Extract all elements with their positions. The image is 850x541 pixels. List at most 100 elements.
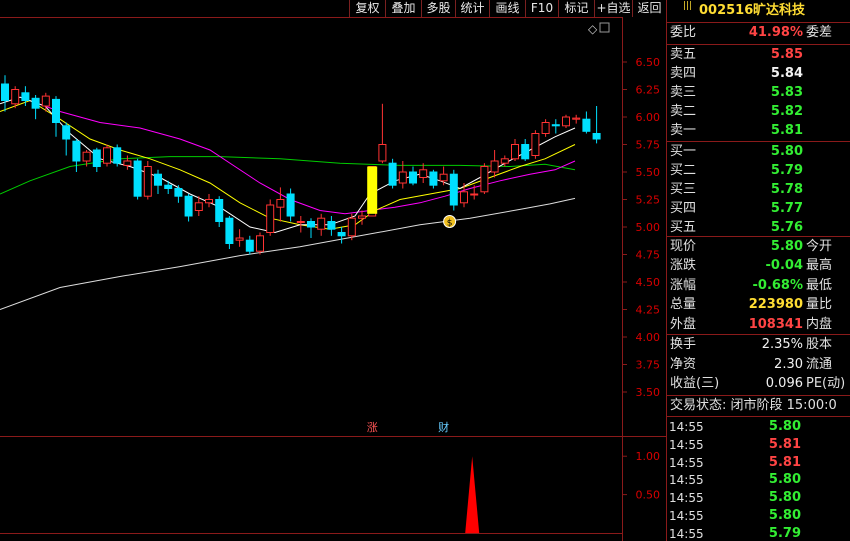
candles[interactable]: $: [1, 75, 601, 255]
candle-body: [439, 173, 448, 182]
sell-level-label: 卖二: [670, 104, 697, 119]
buy-level-row[interactable]: 买四 5.77: [667, 200, 850, 218]
candle-body: [327, 221, 336, 230]
price-tick-label: 3.50: [636, 386, 661, 399]
quote-stat-value: -0.04: [765, 258, 803, 274]
candle-body: [52, 98, 60, 124]
quote-stat-label2: 最低: [806, 277, 833, 293]
candle-body: [500, 158, 509, 164]
tick-price: 5.80: [768, 490, 801, 506]
quote-stat-value: 223980: [748, 297, 803, 313]
candle-body: [103, 147, 111, 164]
candle-body: [62, 125, 71, 140]
tick-row: 14:55 5.81: [667, 454, 850, 472]
candle-body: [429, 171, 438, 186]
candle-body: [582, 118, 591, 132]
sell-level-price: 5.84: [770, 66, 803, 81]
sell-level-price: 5.81: [770, 123, 803, 138]
fundamental-label: 换手: [670, 337, 697, 352]
stock-header: ||| 002516 旷达科技: [667, 2, 850, 20]
volume-spike: [465, 456, 480, 533]
stock-header-mark: |||: [683, 1, 693, 11]
quote-stat-label: 涨跌: [670, 258, 697, 274]
limit-up-bar: [367, 166, 378, 214]
statistics-button[interactable]: 统计: [455, 0, 489, 17]
marker-cai[interactable]: 财: [438, 420, 449, 434]
candle-body: [592, 133, 601, 140]
f10-button[interactable]: F10: [525, 0, 558, 17]
fundamental-row: 收益(三) 0.096 PE(动): [667, 375, 850, 393]
price-tick-label: 5.00: [636, 221, 661, 234]
kline-chart[interactable]: $ 6.50 6.25 6.00 5.75 5.50 5.25 5.00 4.75 4.50 4.…: [0, 17, 666, 541]
candle-body: [143, 166, 152, 197]
buy-level-row[interactable]: 买一 5.80: [667, 143, 850, 161]
buy-level-price: 5.77: [770, 201, 803, 216]
quote-stat-label: 涨幅: [670, 277, 697, 293]
candle-body: [174, 188, 183, 197]
price-tick-label: 4.75: [636, 249, 661, 262]
tick-price: 5.80: [768, 419, 801, 434]
tick-time: 14:55: [669, 473, 704, 488]
buy-level-row[interactable]: 买三 5.78: [667, 181, 850, 199]
candle-body: [460, 191, 468, 204]
candle-body: [490, 160, 499, 173]
money-bag-symbol: $: [447, 219, 453, 229]
candle-body: [184, 195, 193, 217]
tick-time: 14:55: [669, 420, 704, 434]
kline-svg[interactable]: $ 6.50 6.25 6.00 5.75 5.50 5.25 5.00 4.75 4.50 4.…: [0, 17, 666, 541]
candle-body: [41, 95, 50, 107]
buy-level-label: 买四: [670, 201, 697, 216]
marker-zhang[interactable]: 涨: [367, 421, 378, 434]
tick-price: 5.79: [768, 525, 801, 541]
sell-level-label: 卖四: [670, 66, 697, 81]
add-watchlist-button[interactable]: +自选: [594, 0, 632, 17]
sell-level-row[interactable]: 卖二 5.82: [667, 103, 850, 121]
candle-body: [245, 239, 254, 252]
price-tick-label: 6.25: [636, 84, 661, 97]
weicha-label: 委差: [806, 25, 833, 40]
fundamental-label: 收益(三): [670, 376, 720, 391]
buy-level-price: 5.79: [770, 163, 803, 178]
mark-button[interactable]: 标记: [558, 0, 594, 17]
tick-time: 14:55: [669, 437, 704, 452]
candle-body: [470, 193, 479, 196]
buy-level-row[interactable]: 买二 5.79: [667, 162, 850, 180]
candle-body: [480, 166, 489, 193]
candle-body: [419, 169, 428, 179]
candle-body: [307, 221, 315, 228]
sell-level-row[interactable]: 卖三 5.83: [667, 84, 850, 102]
diamond-icon[interactable]: ◇: [588, 22, 598, 36]
overlay-button[interactable]: 叠加: [385, 0, 421, 17]
back-button[interactable]: 返回: [632, 0, 666, 17]
sell-level-row[interactable]: 卖四 5.84: [667, 65, 850, 83]
fundamental-value: 2.35%: [761, 337, 803, 352]
multi-stock-button[interactable]: 多股: [421, 0, 455, 17]
quote-stat-label2: 今开: [806, 239, 833, 254]
sell-level-label: 卖五: [670, 47, 697, 62]
window-toggle-icon[interactable]: [599, 22, 610, 33]
tick-price: 5.80: [768, 472, 801, 488]
tick-price: 5.80: [768, 508, 801, 523]
fundamental-label2: PE(动): [806, 376, 846, 391]
sell-level-price: 5.85: [770, 47, 803, 62]
price-tick-label: 5.25: [636, 194, 661, 207]
sell-level-label: 卖一: [670, 123, 697, 138]
fundamental-value: 0.096: [765, 376, 803, 391]
candle-body: [225, 217, 234, 244]
candle-body: [358, 215, 366, 219]
restore-rights-button[interactable]: 复权: [349, 0, 385, 17]
buy-level-row[interactable]: 买五 5.76: [667, 219, 850, 237]
trade-status-text: 交易状态: 闭市阶段 15:00:0: [670, 398, 837, 413]
quote-stat-value: -0.68%: [752, 277, 804, 293]
trade-status: 交易状态: 闭市阶段 15:00:0: [667, 397, 850, 415]
tick-time: 14:55: [669, 526, 704, 541]
candle-body: [541, 122, 550, 134]
fundamental-row: 换手 2.35% 股本: [667, 336, 850, 354]
draw-line-button[interactable]: 画线: [489, 0, 525, 17]
candle-body: [286, 193, 295, 217]
candle-body: [256, 235, 264, 252]
sell-level-row[interactable]: 卖五 5.85: [667, 46, 850, 64]
quote-stat-label2: 内盘: [806, 316, 833, 332]
sell-level-row[interactable]: 卖一 5.81: [667, 122, 850, 140]
candle-body: [276, 199, 285, 208]
